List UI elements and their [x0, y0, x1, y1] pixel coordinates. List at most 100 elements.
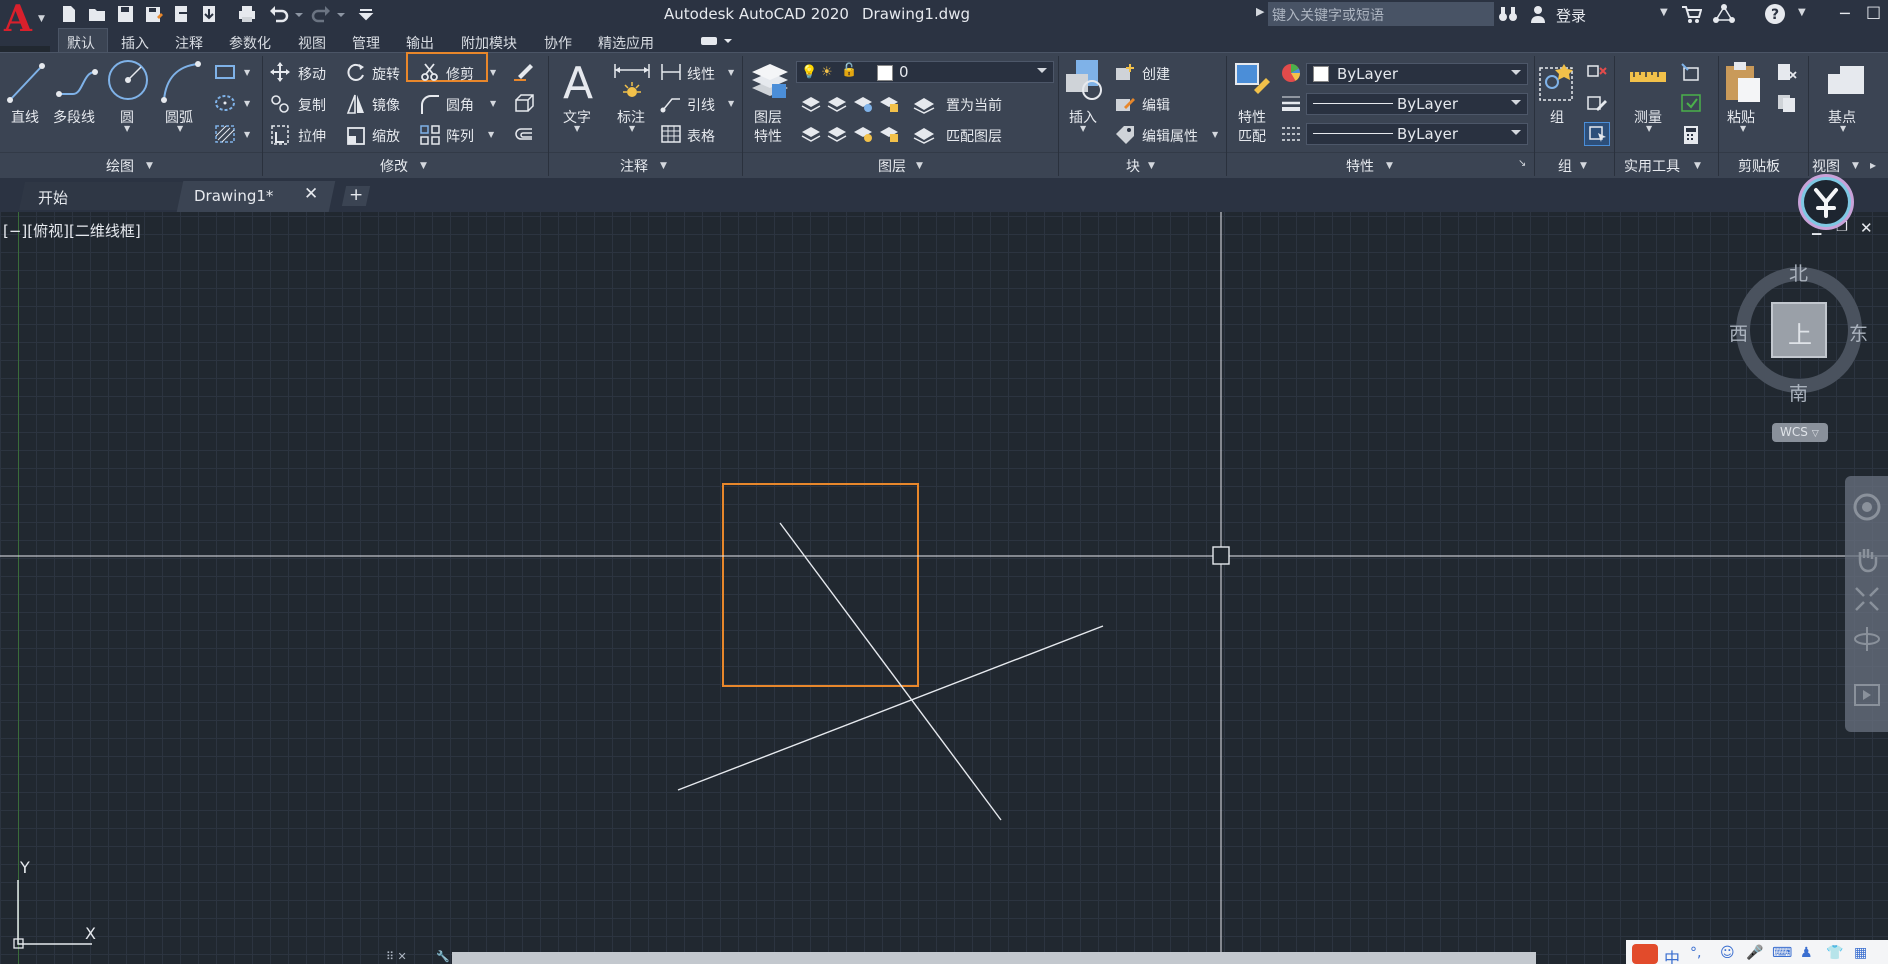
polyline-icon[interactable]	[56, 62, 100, 102]
match-layer-button[interactable]: 匹配图层	[946, 126, 1002, 146]
ime-mode-label[interactable]: 中	[1664, 945, 1680, 964]
ellipse-icon[interactable]	[214, 94, 236, 112]
group-select-icon[interactable]	[1588, 125, 1608, 143]
text-icon[interactable]: A	[560, 60, 596, 104]
match-properties-icon[interactable]	[1234, 60, 1274, 104]
layer-properties-line2[interactable]: 特性	[754, 126, 782, 146]
edit-attributes-dropdown-icon[interactable]: ▼	[1212, 130, 1218, 139]
rotate-button[interactable]: 旋转	[372, 64, 400, 84]
group-edit-icon[interactable]	[1586, 93, 1608, 113]
panel-draw-expand-icon[interactable]: ▼	[146, 161, 153, 171]
select-all-icon[interactable]	[1680, 93, 1702, 113]
layer-thaw-icon[interactable]	[852, 124, 874, 144]
mirror-icon[interactable]	[346, 93, 366, 115]
measure-dropdown-icon[interactable]: ▼	[1646, 124, 1652, 133]
viewcube-north[interactable]: 北	[1789, 259, 1808, 286]
panel-block-expand-icon[interactable]: ▼	[1148, 161, 1155, 171]
app-menu-button[interactable]: A ▼	[0, 0, 50, 46]
save-to-web-icon[interactable]	[198, 3, 220, 25]
save-icon[interactable]	[114, 3, 136, 25]
linear-dim-icon[interactable]	[660, 62, 682, 82]
search-input[interactable]: 键入关键字或短语	[1268, 2, 1494, 26]
tab-insert[interactable]: 插入	[121, 33, 149, 53]
viewcube-top-face[interactable]: 上	[1788, 315, 1812, 350]
command-line-input[interactable]	[452, 952, 1536, 964]
viewcube-east[interactable]: 东	[1849, 319, 1868, 346]
fillet-dropdown-icon[interactable]: ▼	[490, 99, 496, 108]
dimension-icon[interactable]	[612, 60, 652, 102]
tab-home[interactable]: 默认	[67, 33, 95, 53]
hatch-dropdown-icon[interactable]: ▼	[244, 130, 250, 139]
redo-dropdown-icon[interactable]	[336, 3, 346, 25]
dimension-dropdown-icon[interactable]: ▼	[629, 124, 635, 133]
copy-button[interactable]: 复制	[298, 95, 326, 115]
3d-box-icon[interactable]	[512, 93, 534, 113]
erase-icon[interactable]	[512, 62, 534, 82]
full-navigation-wheel-icon[interactable]	[1852, 492, 1882, 522]
binoculars-icon[interactable]	[1498, 4, 1518, 24]
autodesk-a360-icon[interactable]	[1712, 3, 1736, 25]
help-dropdown-icon[interactable]: ▼	[1798, 7, 1806, 18]
layer-properties-icon[interactable]	[750, 58, 790, 102]
tab-addins[interactable]: 附加模块	[461, 33, 517, 53]
line-button[interactable]: 直线	[11, 107, 39, 127]
insert-block-icon[interactable]	[1062, 58, 1106, 102]
linear-button[interactable]: 线性	[687, 64, 715, 84]
scale-icon[interactable]	[346, 124, 366, 146]
move-icon[interactable]	[270, 62, 290, 82]
scissors-icon[interactable]	[420, 62, 440, 82]
panel-properties-expand-icon[interactable]: ▼	[1386, 161, 1393, 171]
zoom-extents-icon[interactable]	[1852, 584, 1882, 614]
customize-toolbar-icon[interactable]	[355, 3, 377, 25]
layer-tool-icon[interactable]	[800, 94, 822, 114]
panel-modify-expand-icon[interactable]: ▼	[420, 161, 427, 171]
hatch-icon[interactable]	[214, 124, 236, 144]
make-current-button[interactable]: 置为当前	[946, 95, 1002, 115]
arc-icon[interactable]	[160, 60, 202, 104]
ime-punctuation-icon[interactable]: °,	[1690, 945, 1701, 961]
array-icon[interactable]	[420, 125, 440, 145]
array-dropdown-icon[interactable]: ▼	[488, 130, 494, 139]
signin-dropdown-icon[interactable]: ▼	[1660, 7, 1668, 18]
calculator-icon[interactable]	[1680, 124, 1702, 146]
rotate-icon[interactable]	[346, 62, 366, 82]
move-button[interactable]: 移动	[298, 64, 326, 84]
color-wheel-icon[interactable]	[1280, 62, 1302, 84]
panel-utilities-expand-icon[interactable]: ▼	[1694, 161, 1701, 171]
ime-voice-icon[interactable]: 🎤	[1746, 945, 1763, 961]
ime-keyboard-icon[interactable]: ⌨	[1772, 945, 1792, 961]
leader-icon[interactable]	[660, 93, 682, 113]
cut-icon[interactable]	[1776, 62, 1798, 82]
leader-dropdown-icon[interactable]: ▼	[728, 99, 734, 108]
panel-groups-expand-icon[interactable]: ▼	[1580, 161, 1587, 171]
panel-layers-expand-icon[interactable]: ▼	[916, 161, 923, 171]
rectangle-dropdown-icon[interactable]: ▼	[244, 68, 250, 77]
trim-dropdown-icon[interactable]: ▼	[490, 68, 496, 77]
make-current-icon[interactable]	[912, 94, 936, 114]
new-file-icon[interactable]	[58, 3, 80, 25]
tab-manage[interactable]: 管理	[352, 33, 380, 53]
lineweight-dropdown[interactable]: ByLayer	[1306, 93, 1528, 115]
mirror-button[interactable]: 镜像	[372, 95, 400, 115]
scale-button[interactable]: 缩放	[372, 126, 400, 146]
undo-dropdown-icon[interactable]	[294, 3, 304, 25]
pan-hand-icon[interactable]	[1852, 544, 1882, 574]
cart-icon[interactable]	[1680, 4, 1702, 24]
array-button[interactable]: 阵列	[446, 126, 474, 146]
layer-freeze-icon[interactable]	[852, 94, 874, 114]
tab-parametric[interactable]: 参数化	[229, 33, 271, 53]
save-as-icon[interactable]	[142, 3, 164, 25]
panel-annotation-expand-icon[interactable]: ▼	[660, 161, 667, 171]
fillet-icon[interactable]	[420, 93, 440, 115]
open-from-web-icon[interactable]	[170, 3, 192, 25]
viewport-close-icon[interactable]: ✕	[1860, 219, 1873, 237]
match-layer-icon[interactable]	[912, 124, 936, 144]
layer-tool-icon[interactable]	[826, 94, 848, 114]
table-button[interactable]: 表格	[687, 126, 715, 146]
group-button[interactable]: 组	[1550, 107, 1564, 127]
edit-attributes-icon[interactable]	[1114, 124, 1136, 144]
line-icon[interactable]	[6, 60, 46, 104]
ribbon-overflow-icon[interactable]: ▸	[1870, 158, 1876, 172]
offset-icon[interactable]	[512, 125, 534, 145]
help-icon[interactable]: ?	[1764, 3, 1786, 25]
